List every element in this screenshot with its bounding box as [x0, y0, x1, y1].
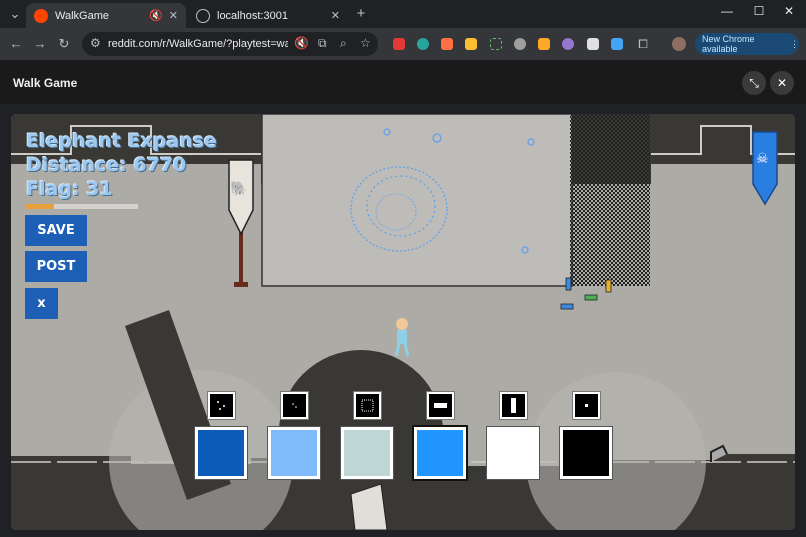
save-button[interactable]: SAVE: [25, 215, 87, 246]
checker-wall: [570, 114, 650, 286]
color-swatch[interactable]: [414, 427, 466, 479]
browser-toolbar: ← → ↻ ⚙ reddit.com/r/WalkGame/?playtest=…: [0, 28, 806, 60]
reddit-favicon-icon: [34, 8, 48, 23]
minimize-view-icon[interactable]: ⤡: [742, 71, 766, 95]
elephant-icon: 🐘: [230, 180, 248, 196]
pattern-dots-sparse[interactable]: [207, 391, 236, 420]
close-window-icon[interactable]: ✕: [774, 4, 804, 18]
goal-flag: [752, 131, 778, 206]
extension-icon[interactable]: [538, 38, 550, 50]
pattern-center-dot[interactable]: [572, 391, 601, 420]
pattern-dots-tiny[interactable]: [280, 391, 309, 420]
profile-avatar[interactable]: [672, 37, 686, 51]
address-bar[interactable]: ⚙ reddit.com/r/WalkGame/?playtest=walk..…: [82, 32, 378, 56]
pattern-cross-hatch[interactable]: [353, 391, 382, 420]
new-chrome-label: New Chrome available: [702, 34, 755, 54]
color-swatch[interactable]: [341, 427, 393, 479]
more-menu-icon[interactable]: ⋮: [790, 39, 799, 50]
globe-favicon-icon: [196, 8, 210, 23]
zoom-icon[interactable]: ⌕: [340, 36, 347, 51]
tab-title: WalkGame: [55, 9, 109, 22]
skull-icon: ☠: [756, 150, 769, 166]
new-chrome-available-button[interactable]: New Chrome available ⋮: [695, 33, 799, 55]
drawing-board: [261, 114, 573, 287]
extension-icon[interactable]: [393, 38, 405, 50]
muted-audio-icon[interactable]: 🔇: [149, 9, 163, 22]
extension-icon[interactable]: [514, 38, 526, 50]
distance-counter: Distance: 6770: [26, 154, 187, 176]
extensions-puzzle-icon[interactable]: ⧠: [634, 35, 652, 53]
bookmark-star-icon[interactable]: ☆: [360, 36, 371, 50]
tab-localhost[interactable]: localhost:3001 ✕: [188, 3, 348, 28]
close-game-button[interactable]: x: [25, 288, 58, 319]
muted-site-icon[interactable]: 🔇: [294, 36, 309, 50]
pattern-horizontal-bar[interactable]: [426, 391, 455, 420]
post-button[interactable]: POST: [25, 251, 87, 282]
pattern-vertical-bar[interactable]: [499, 391, 528, 420]
app-header: Walk Game ⤡ ✕: [0, 60, 806, 104]
url-text: reddit.com/r/WalkGame/?playtest=walk...: [108, 38, 288, 50]
color-swatch[interactable]: [560, 427, 612, 479]
extension-icon[interactable]: [441, 38, 453, 50]
close-tab-icon[interactable]: ✕: [331, 9, 340, 22]
forward-icon[interactable]: →: [31, 35, 49, 53]
tab-walkgame[interactable]: WalkGame 🔇 ✕: [26, 3, 186, 28]
extension-icon[interactable]: [611, 38, 623, 50]
player-character: [394, 318, 410, 357]
minimize-icon[interactable]: —: [712, 4, 742, 18]
area-name: Elephant Expanse: [26, 130, 217, 152]
color-swatch[interactable]: [268, 427, 320, 479]
extension-icon[interactable]: [417, 38, 429, 50]
extension-icon[interactable]: [587, 38, 599, 50]
back-icon[interactable]: ←: [7, 35, 25, 53]
reload-icon[interactable]: ↻: [55, 35, 73, 53]
tab-title: localhost:3001: [217, 9, 288, 22]
extension-icon[interactable]: [490, 38, 502, 50]
install-app-icon[interactable]: ⧉: [318, 36, 327, 51]
extension-icon[interactable]: [562, 38, 574, 50]
site-info-icon[interactable]: ⚙: [90, 36, 101, 50]
close-tab-icon[interactable]: ✕: [169, 9, 178, 22]
maximize-icon[interactable]: ☐: [744, 4, 774, 18]
color-swatch[interactable]: [487, 427, 539, 479]
browser-tab-bar: ⌄ WalkGame 🔇 ✕ localhost:3001 ✕ + — ☐ ✕: [0, 0, 806, 28]
game-scene: [11, 114, 795, 530]
flag-counter: Flag: 31: [26, 178, 113, 200]
progress-bar: [26, 204, 138, 209]
tab-search-icon[interactable]: ⌄: [6, 5, 24, 23]
color-swatch[interactable]: [195, 427, 247, 479]
extension-icon[interactable]: [465, 38, 477, 50]
close-app-icon[interactable]: ✕: [770, 71, 794, 95]
progress-fill: [26, 204, 54, 209]
game-canvas[interactable]: 🐘 ☠ Elephant Expanse Distance: 6770 Flag…: [11, 114, 795, 530]
new-tab-icon[interactable]: +: [352, 5, 370, 23]
app-title: Walk Game: [13, 76, 78, 90]
